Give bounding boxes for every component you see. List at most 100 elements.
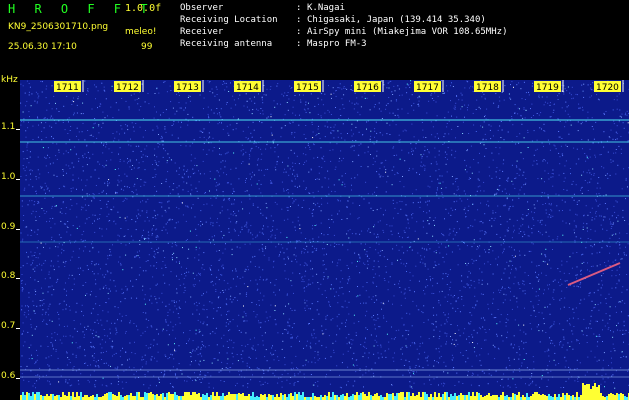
activity-bar — [192, 392, 194, 400]
activity-bar — [394, 396, 396, 400]
activity-bar — [246, 396, 248, 400]
activity-bar — [262, 395, 264, 400]
activity-bar — [298, 392, 300, 400]
activity-bar — [80, 392, 82, 400]
activity-bar — [372, 396, 374, 400]
activity-bar — [572, 395, 574, 400]
activity-bar — [478, 393, 480, 400]
activity-bar — [334, 395, 336, 400]
activity-bar — [284, 394, 286, 400]
activity-bar — [490, 396, 492, 400]
activity-spike — [586, 384, 588, 400]
info-separator: : — [296, 27, 302, 37]
activity-bar — [156, 394, 158, 400]
activity-bar — [268, 394, 270, 400]
activity-bar — [270, 395, 272, 400]
activity-bar — [506, 395, 508, 400]
activity-bar — [374, 394, 376, 400]
activity-bar — [138, 392, 140, 400]
activity-bar — [354, 395, 356, 400]
activity-bar — [174, 392, 176, 400]
activity-bar — [328, 392, 330, 400]
activity-bar — [350, 396, 352, 400]
activity-bar — [336, 395, 338, 400]
activity-bar — [264, 394, 266, 400]
activity-spike — [588, 384, 590, 400]
app-version: 1.0.0f — [125, 3, 162, 14]
activity-bar — [112, 394, 114, 400]
activity-bar — [612, 394, 614, 400]
activity-bar — [128, 395, 130, 400]
activity-bar — [434, 392, 436, 400]
activity-bar — [144, 392, 146, 400]
activity-bar — [380, 395, 382, 400]
activity-bar — [222, 393, 224, 400]
activity-bar — [600, 393, 602, 400]
activity-bar — [466, 395, 468, 400]
activity-bar — [534, 392, 536, 400]
activity-bar — [408, 392, 410, 400]
activity-bar — [22, 392, 24, 400]
activity-bar — [146, 393, 148, 400]
activity-bar — [130, 393, 132, 400]
activity-bar — [378, 396, 380, 400]
activity-bar — [320, 395, 322, 400]
activity-bar — [526, 393, 528, 400]
activity-bar — [166, 393, 168, 400]
activity-bar — [54, 396, 56, 400]
activity-bar — [104, 394, 106, 400]
activity-bar — [422, 392, 424, 400]
freq-tick-mark — [16, 278, 20, 279]
activity-bar — [240, 394, 242, 400]
freq-tick-mark — [16, 179, 20, 180]
activity-bar — [288, 394, 290, 400]
activity-bar — [42, 396, 44, 400]
activity-bar — [148, 393, 150, 400]
observer-value: K.Nagai — [307, 3, 345, 13]
activity-bar — [430, 394, 432, 400]
activity-bar — [622, 394, 624, 400]
activity-bar — [562, 393, 564, 400]
activity-bar — [202, 394, 204, 400]
spectrogram-plot: 1711 1712 1713 1714 1715 1716 1717 1718 1719 1720 — [20, 80, 629, 400]
activity-bar — [24, 395, 26, 400]
activity-bar — [168, 392, 170, 400]
activity-bar — [398, 393, 400, 400]
activity-bar — [276, 394, 278, 400]
activity-bar — [362, 392, 364, 400]
timestamp: 25.06.30 17:10 — [8, 42, 77, 52]
activity-bar — [34, 394, 36, 400]
activity-bar — [538, 394, 540, 400]
activity-bar — [238, 393, 240, 400]
activity-bar — [602, 396, 604, 400]
activity-bar — [186, 392, 188, 400]
activity-bar — [568, 395, 570, 400]
activity-bar — [106, 393, 108, 400]
activity-bar — [544, 395, 546, 400]
activity-bar — [406, 392, 408, 400]
activity-bar — [218, 396, 220, 400]
activity-bar — [402, 392, 404, 400]
activity-bar — [296, 394, 298, 400]
activity-bar — [396, 393, 398, 400]
activity-bar — [566, 393, 568, 400]
activity-bar — [486, 395, 488, 400]
freq-tick-mark — [16, 229, 20, 230]
freq-tick-mark — [16, 378, 20, 379]
activity-bar — [356, 392, 358, 400]
file-name: KN9_2506301710.png — [8, 22, 109, 32]
freq-tick-mark — [16, 328, 20, 329]
activity-bar — [162, 393, 164, 400]
activity-spike — [594, 383, 596, 400]
activity-bar — [236, 394, 238, 400]
activity-bar — [234, 394, 236, 400]
time-tick-label: 1717 — [416, 83, 439, 93]
location-label: Receiving Location — [180, 15, 278, 25]
activity-bar — [50, 394, 52, 400]
activity-bar — [216, 392, 218, 400]
activity-bar — [66, 396, 68, 400]
activity-bar — [242, 393, 244, 400]
activity-bar — [358, 395, 360, 400]
activity-bar — [368, 392, 370, 400]
activity-bar — [282, 395, 284, 400]
